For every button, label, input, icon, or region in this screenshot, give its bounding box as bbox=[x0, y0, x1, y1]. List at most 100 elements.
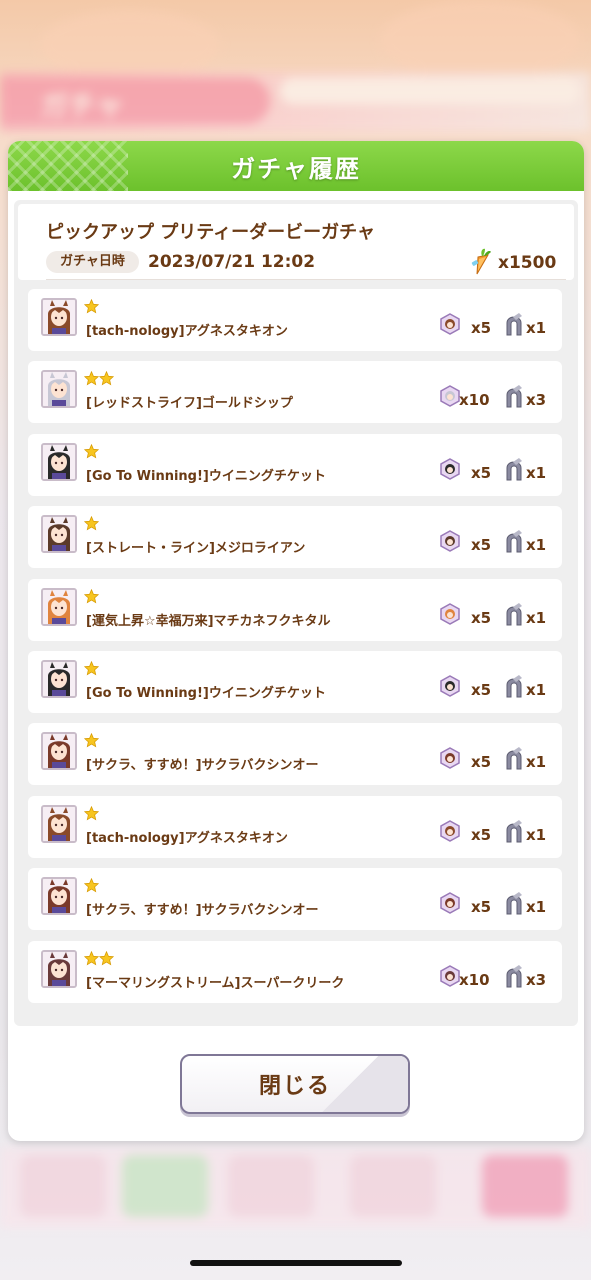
support-card-name: [運気上昇☆幸福万来]マチカネフクキタル bbox=[86, 613, 331, 629]
character-avatar-icon bbox=[41, 732, 77, 771]
background-currency-bar bbox=[280, 78, 580, 104]
horseshoe-icon bbox=[506, 313, 522, 336]
star-icon bbox=[84, 878, 99, 893]
history-row[interactable]: [運気上昇☆幸福万来]マチカネフクキタル x5 x1 bbox=[28, 578, 562, 641]
shoe-count: x3 bbox=[526, 970, 547, 989]
character-piece-icon bbox=[440, 747, 460, 770]
history-row[interactable]: [マーマリングストリーム]スーパークリーク x10 x3 bbox=[28, 940, 562, 1003]
support-card-name: [レッドストライフ]ゴールドシップ bbox=[86, 396, 293, 412]
star-icon bbox=[84, 661, 99, 676]
horseshoe-icon bbox=[506, 892, 522, 915]
character-piece-icon bbox=[440, 385, 460, 408]
history-row[interactable]: [ストレート・ライン]メジロライアン x5 x1 bbox=[28, 506, 562, 569]
character-avatar-icon bbox=[41, 515, 77, 554]
rarity-stars bbox=[84, 661, 99, 677]
star-icon bbox=[84, 443, 99, 459]
background-nav-item bbox=[482, 1155, 568, 1217]
piece-count: x5 bbox=[471, 319, 492, 337]
star-icon bbox=[84, 588, 99, 604]
rarity-stars bbox=[84, 299, 99, 315]
rarity-stars bbox=[84, 443, 99, 460]
rarity-stars bbox=[84, 371, 114, 387]
history-row[interactable]: [tach-nology]アグネスタキオン x5 x1 bbox=[28, 795, 562, 858]
banner-name: ピックアップ プリティーダービーガチャ bbox=[46, 222, 376, 243]
background-nav-item bbox=[350, 1155, 436, 1217]
history-row[interactable]: [Go To Winning!]ウイニングチケット x5 x1 bbox=[28, 433, 562, 496]
character-piece-icon bbox=[440, 675, 460, 697]
close-button[interactable]: 閉じる bbox=[180, 1054, 410, 1114]
history-row[interactable]: [tach-nology]アグネスタキオン x5 x1 bbox=[28, 289, 562, 351]
horseshoe-icon bbox=[506, 675, 522, 698]
history-list-panel[interactable]: ピックアップ プリティーダービーガチャ ガチャ日時 2023/07/21 12:… bbox=[14, 200, 578, 1026]
carrot-icon bbox=[471, 248, 491, 275]
support-card-name: [tach-nology]アグネスタキオン bbox=[86, 324, 288, 339]
shoe-count: x3 bbox=[526, 391, 547, 410]
piece-count: x5 bbox=[471, 536, 492, 555]
history-row[interactable]: [Go To Winning!]ウイニングチケット x5 x1 bbox=[28, 651, 562, 713]
history-row[interactable]: [レッドストライフ]ゴールドシップ x10 x3 bbox=[28, 361, 562, 424]
horseshoe-icon bbox=[506, 530, 522, 553]
star-icon bbox=[84, 371, 99, 386]
rarity-stars bbox=[84, 516, 99, 532]
rarity-stars bbox=[84, 588, 99, 605]
rarity-stars bbox=[84, 878, 99, 894]
character-avatar-icon bbox=[41, 442, 77, 481]
character-piece-icon bbox=[440, 313, 460, 335]
star-icon bbox=[99, 371, 114, 386]
shoe-count: x1 bbox=[526, 319, 547, 337]
close-button-label: 閉じる bbox=[258, 1074, 331, 1099]
character-piece-icon bbox=[440, 819, 460, 842]
support-card-name: [ストレート・ライン]メジロライアン bbox=[86, 541, 306, 557]
piece-count: x5 bbox=[471, 825, 492, 844]
history-row[interactable]: [サクラ、すすめ！]サクラバクシンオー x5 x1 bbox=[28, 868, 562, 931]
shoe-count: x1 bbox=[526, 608, 547, 627]
history-info-header: ピックアップ プリティーダービーガチャ ガチャ日時 2023/07/21 12:… bbox=[18, 204, 574, 280]
support-card-name: [サクラ、すすめ！]サクラバクシンオー bbox=[86, 758, 319, 774]
dialog-title: ガチャ履歴 bbox=[231, 154, 361, 183]
dialog-header: ガチャ履歴 bbox=[8, 141, 584, 191]
home-indicator bbox=[190, 1260, 402, 1266]
character-avatar-icon bbox=[41, 298, 77, 336]
shoe-count: x1 bbox=[526, 536, 547, 555]
date-value: 2023/07/21 12:02 bbox=[148, 252, 316, 272]
piece-count: x10 bbox=[459, 391, 490, 410]
star-icon bbox=[84, 516, 99, 531]
support-card-name: [tach-nology]アグネスタキオン bbox=[86, 830, 288, 846]
star-icon bbox=[84, 733, 99, 748]
character-piece-icon bbox=[440, 964, 460, 987]
horseshoe-icon bbox=[506, 964, 522, 988]
background-nav-item bbox=[20, 1155, 106, 1217]
cost-value: x1500 bbox=[498, 253, 557, 273]
character-piece-icon bbox=[440, 602, 460, 625]
piece-count: x5 bbox=[471, 898, 492, 917]
background-nav-item bbox=[122, 1155, 208, 1217]
background-nav-item bbox=[228, 1155, 314, 1217]
character-avatar-icon bbox=[41, 660, 77, 698]
history-row[interactable]: [サクラ、すすめ！]サクラバクシンオー x5 x1 bbox=[28, 723, 562, 786]
character-piece-icon bbox=[440, 530, 460, 553]
support-card-name: [Go To Winning!]ウイニングチケット bbox=[86, 468, 326, 484]
shoe-count: x1 bbox=[526, 898, 547, 917]
character-piece-icon bbox=[440, 457, 460, 480]
support-card-name: [マーマリングストリーム]スーパークリーク bbox=[86, 975, 345, 991]
character-avatar-icon bbox=[41, 949, 77, 988]
piece-count: x5 bbox=[471, 463, 492, 482]
character-avatar-icon bbox=[41, 370, 77, 409]
header-divider bbox=[46, 279, 566, 280]
gacha-history-dialog: ガチャ履歴 ピックアップ プリティーダービーガチャ ガチャ日時 2023/07/… bbox=[8, 141, 584, 1141]
piece-count: x10 bbox=[459, 970, 490, 989]
support-card-name: [サクラ、すすめ！]サクラバクシンオー bbox=[86, 903, 319, 919]
shoe-count: x1 bbox=[526, 753, 547, 772]
star-icon bbox=[99, 950, 114, 966]
piece-count: x5 bbox=[471, 608, 492, 627]
horseshoe-icon bbox=[506, 385, 522, 408]
background-screen-title: ガチャ bbox=[40, 89, 124, 122]
character-avatar-icon bbox=[41, 804, 77, 843]
horseshoe-icon bbox=[506, 602, 522, 626]
star-icon bbox=[84, 299, 99, 314]
horseshoe-icon bbox=[506, 819, 522, 843]
piece-count: x5 bbox=[471, 681, 492, 699]
shoe-count: x1 bbox=[526, 681, 547, 699]
character-avatar-icon bbox=[41, 587, 77, 626]
rarity-stars bbox=[84, 805, 99, 822]
